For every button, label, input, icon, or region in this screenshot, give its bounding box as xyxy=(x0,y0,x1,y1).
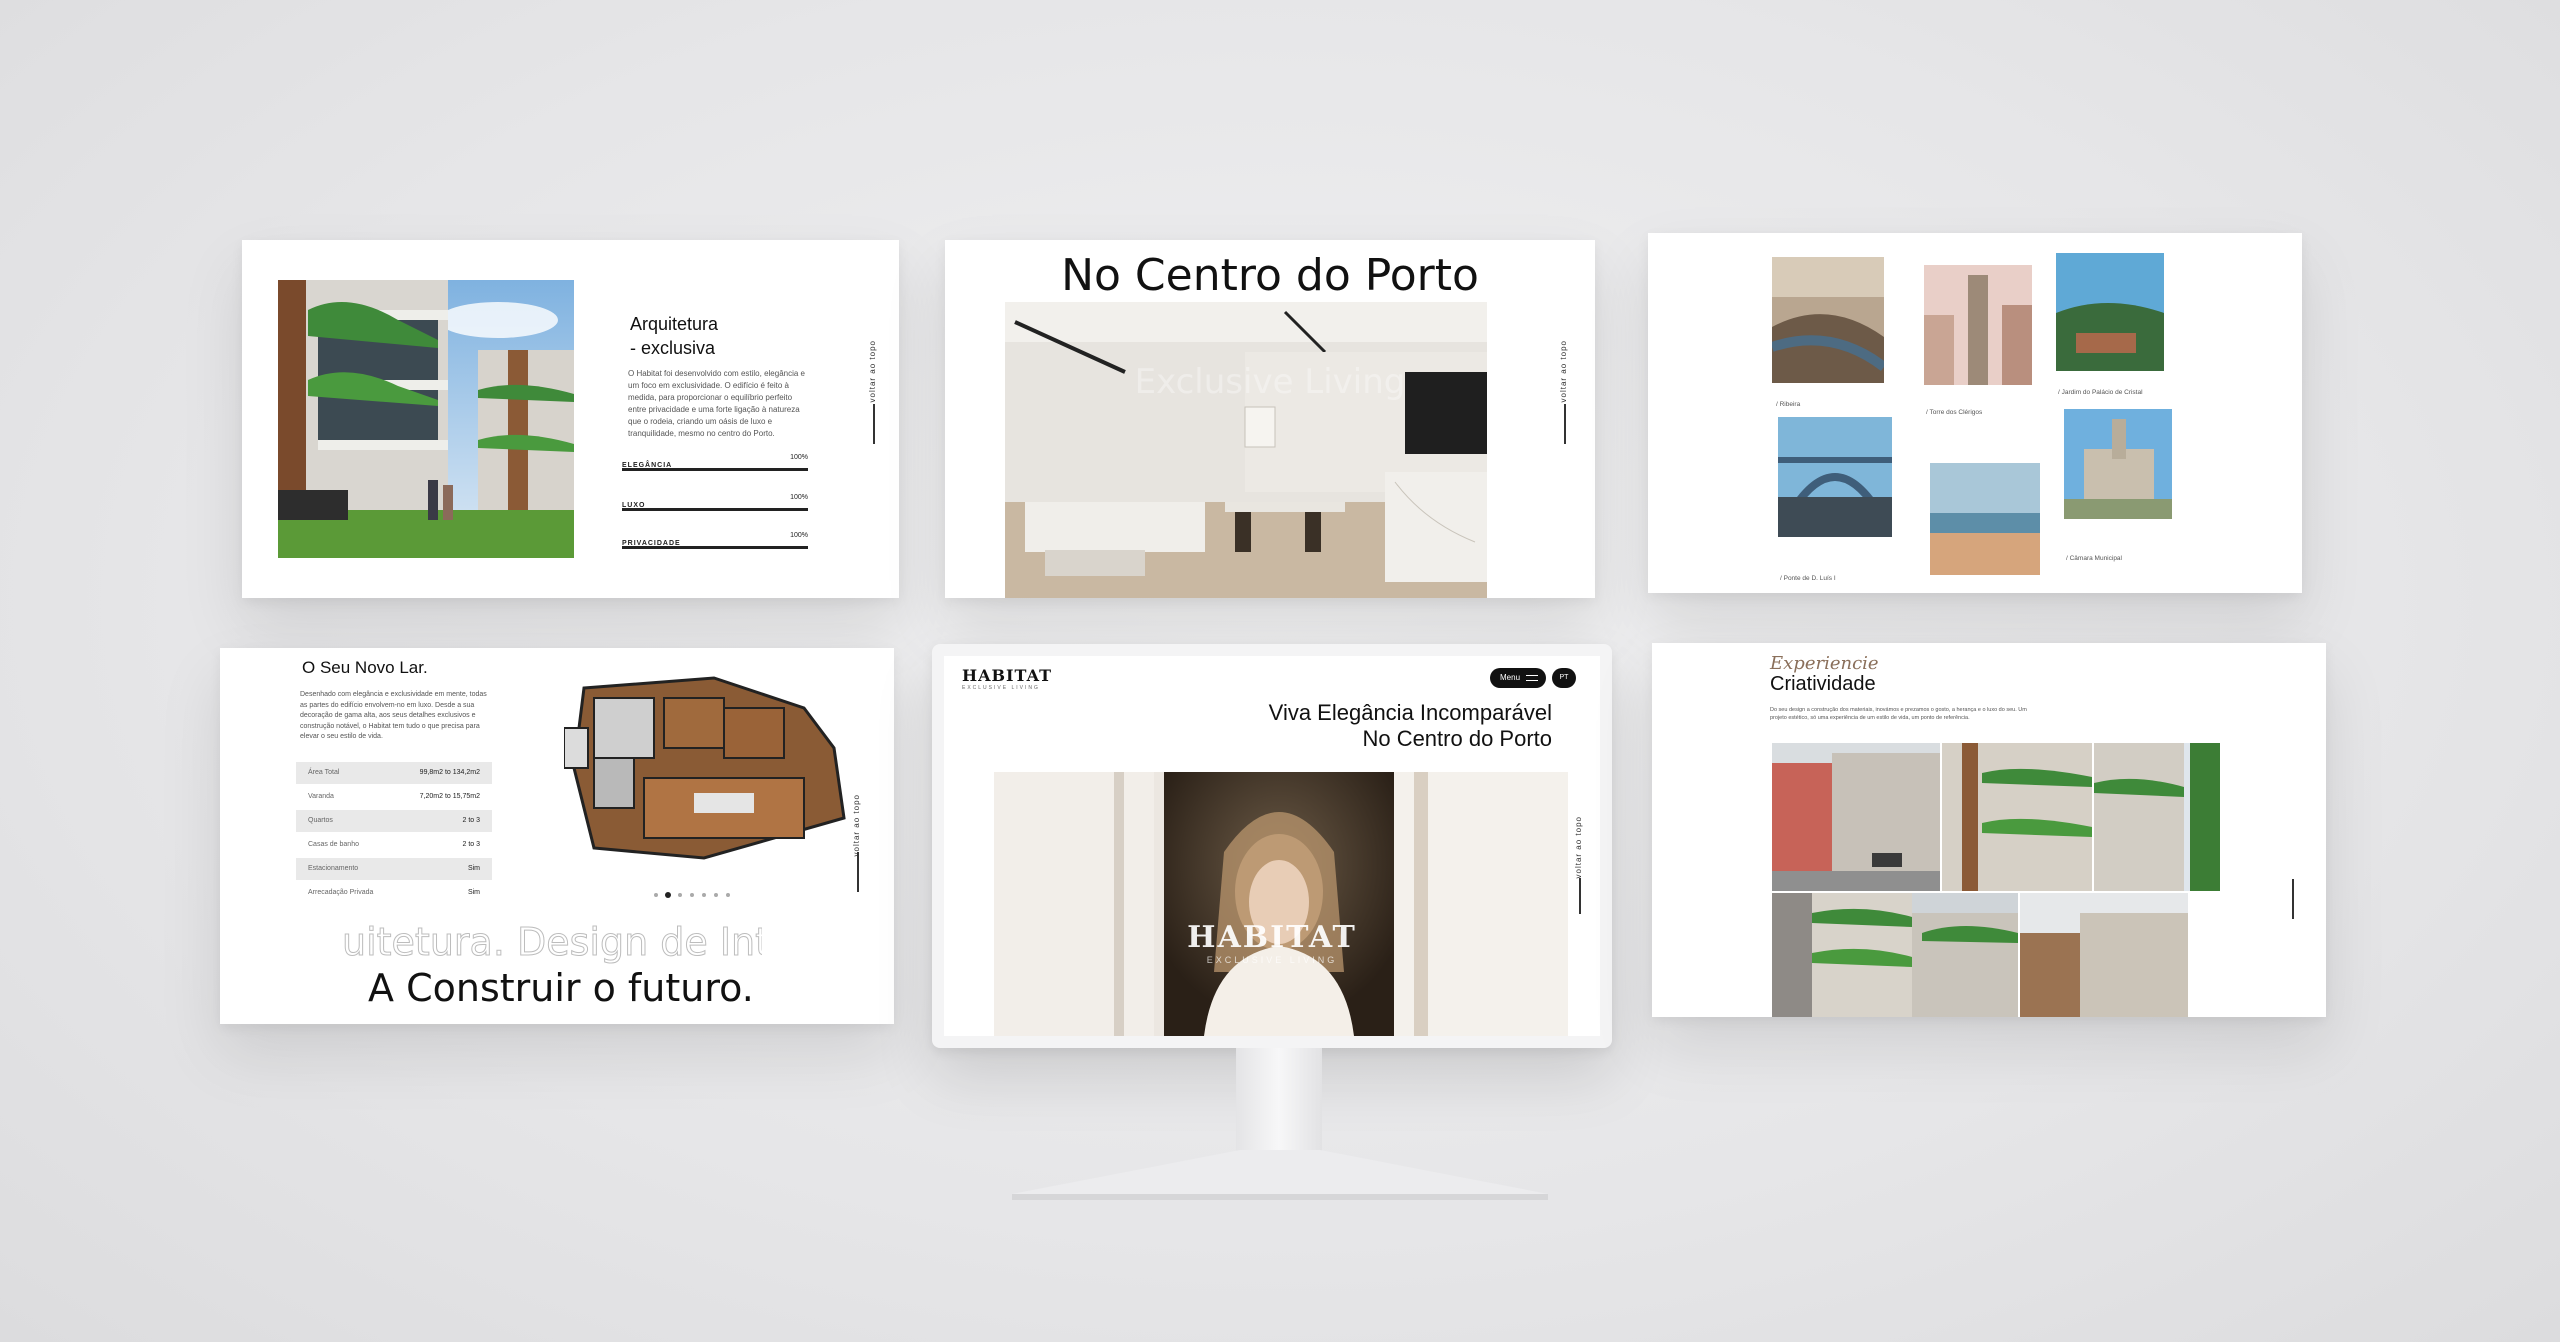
street-photo xyxy=(1772,743,1940,891)
spec-row: Casas de banho 2 to 3 xyxy=(308,841,480,848)
scroll-indicator xyxy=(873,404,875,444)
monitor-neck xyxy=(1236,1048,1322,1158)
monitor-screen-homepage: HABITAT EXCLUSIVE LIVING Menu PT Viva El… xyxy=(944,656,1600,1036)
photo-clerigos xyxy=(1924,265,2032,385)
photo-palacio-cristal xyxy=(2056,253,2164,371)
facade-photo-1 xyxy=(1942,743,2092,891)
spec-row: Quartos 2 to 3 xyxy=(296,810,492,832)
scroll-indicator xyxy=(1579,878,1581,914)
bar-elegancia: ELEGÂNCIA 100% xyxy=(622,454,808,471)
menu-button[interactable]: Menu xyxy=(1490,668,1546,688)
photo-beach xyxy=(1930,463,2040,575)
caption-camara: / Câmara Municipal xyxy=(2066,555,2122,562)
scroll-indicator xyxy=(857,852,859,892)
monitor-stand-base xyxy=(1000,1150,1560,1210)
section-body: Do seu design a construção dos materiais… xyxy=(1770,707,2027,721)
back-to-top-link[interactable]: voltar ao topo xyxy=(1559,340,1568,402)
living-room-image xyxy=(1005,302,1487,598)
balcony-photo xyxy=(1772,893,2018,1017)
slogan: A Construir o futuro. xyxy=(368,966,754,1010)
hero-image xyxy=(994,772,1568,1036)
panel-porto-center: No Centro do Porto Exclusive Living volt… xyxy=(945,240,1595,598)
bar-privacidade: PRIVACIDADE 100% xyxy=(622,532,808,549)
monitor: HABITAT EXCLUSIVE LIVING Menu PT Viva El… xyxy=(932,644,1612,1048)
marquee-text: uitetura. Design de Inte xyxy=(342,920,762,964)
caption-palacio: / Jardim do Palácio de Cristal xyxy=(2058,389,2143,396)
section-title: Arquitetura - exclusiva xyxy=(630,314,719,358)
photo-ponte-luis xyxy=(1778,417,1892,537)
scroll-indicator xyxy=(2292,879,2294,919)
spec-row: Estacionamento Sim xyxy=(296,858,492,880)
overlay-text: Exclusive Living xyxy=(1134,362,1406,402)
hamburger-icon xyxy=(1526,675,1538,681)
section-body: O Habitat foi desenvolvido com estilo, e… xyxy=(628,369,805,438)
section-title: O Seu Novo Lar. xyxy=(302,658,428,677)
facade-photo-2 xyxy=(2094,743,2220,891)
back-to-top-link[interactable]: voltar ao topo xyxy=(868,340,877,402)
building-render-image xyxy=(278,280,574,558)
site-logo[interactable]: HABITAT EXCLUSIVE LIVING xyxy=(962,666,1052,691)
spec-row: Arrecadação Privada Sim xyxy=(308,889,480,896)
panel-new-home: O Seu Novo Lar. Desenhado com elegância … xyxy=(220,648,894,1024)
photo-ribeira xyxy=(1772,257,1884,383)
caption-clerigos: / Torre dos Clérigos xyxy=(1926,409,1983,416)
spec-row: Área Total 99,8m2 to 134,2m2 xyxy=(296,762,492,784)
language-button[interactable]: PT xyxy=(1552,668,1576,688)
bar-luxo: LUXO 100% xyxy=(622,494,808,511)
hero-logo: HABITAT EXCLUSIVE LIVING xyxy=(1187,920,1357,965)
floor-plan-image xyxy=(564,668,852,864)
caption-ponte: / Ponte de D. Luís I xyxy=(1780,575,1836,582)
script-title: Experiencie xyxy=(1770,653,1879,674)
back-to-top-link[interactable]: voltar ao topo xyxy=(1574,816,1583,878)
wall-photo xyxy=(2020,893,2188,1017)
panel-porto-gallery: / Ribeira / Torre dos Clérigos / Jardim … xyxy=(1648,233,2302,593)
back-to-top-link[interactable]: voltar ao topo xyxy=(852,794,861,856)
caption-ribeira: / Ribeira xyxy=(1776,401,1801,408)
panel-title: No Centro do Porto xyxy=(1061,250,1479,301)
carousel-dots[interactable] xyxy=(652,886,732,898)
panel-architecture: Arquitetura - exclusiva O Habitat foi de… xyxy=(242,240,899,598)
panel-creativity: Experiencie Criatividade Do seu design a… xyxy=(1652,643,2326,1017)
hero-headline: Viva Elegância Incomparável No Centro do… xyxy=(1268,700,1552,751)
scroll-indicator xyxy=(1564,404,1566,444)
section-body: Desenhado com elegância e exclusividade … xyxy=(300,691,487,740)
spec-row: Varanda 7,20m2 to 15,75m2 xyxy=(308,793,480,800)
section-title: Criatividade xyxy=(1770,673,1876,695)
photo-camara xyxy=(2064,409,2172,519)
